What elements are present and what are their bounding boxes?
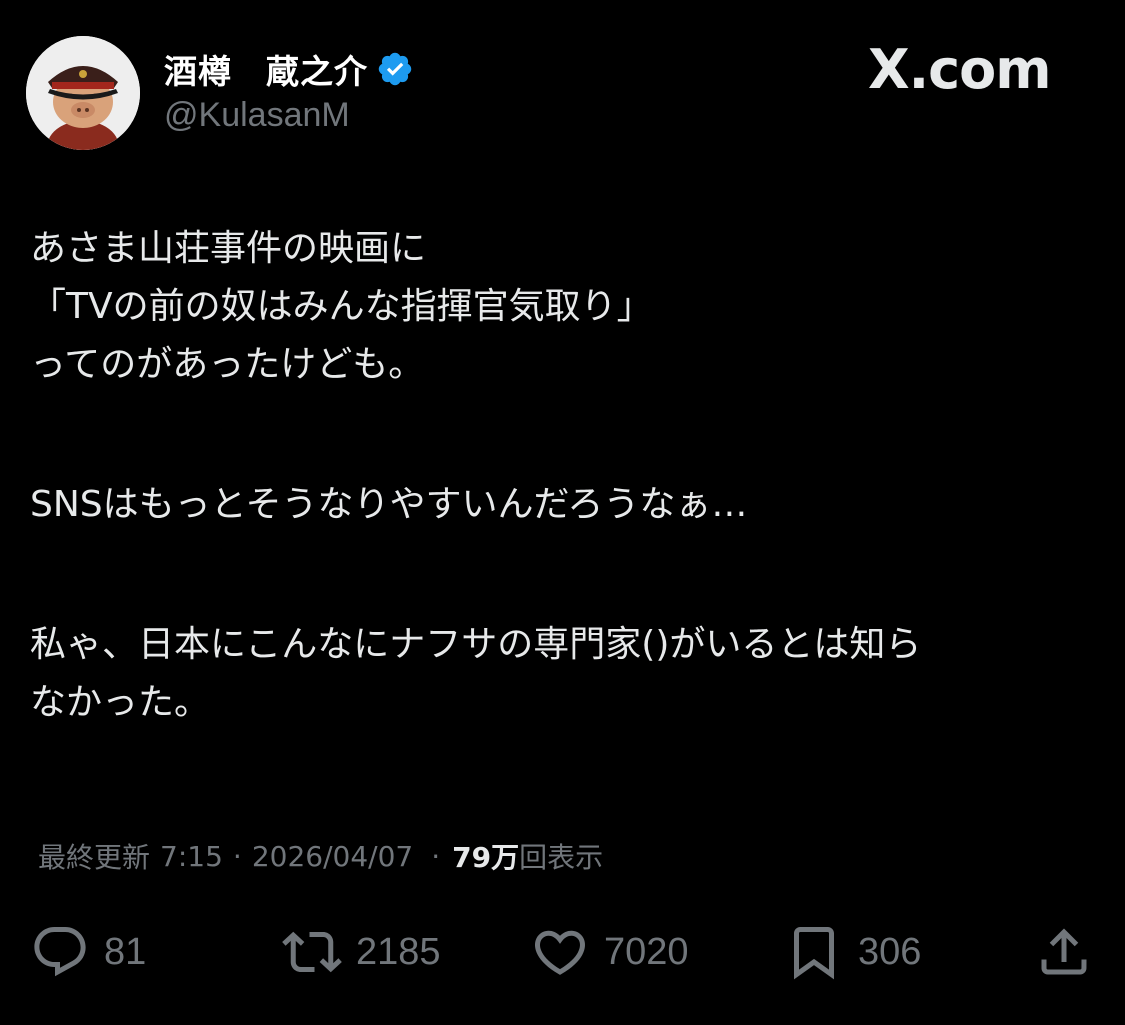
bookmark-button[interactable]: 306 [784, 920, 921, 984]
repost-button[interactable]: 2185 [282, 920, 441, 984]
heart-icon [534, 930, 586, 975]
author-handle[interactable]: @KulasanM [164, 96, 350, 135]
tweet-text: あさま山荘事件の映画に 「TVの前の奴はみんな指揮官気取り」 ってのがあったけど… [30, 220, 1100, 732]
brand-label: X.com [868, 38, 1052, 101]
author-name-row: 酒樽 蔵之介 [164, 44, 414, 94]
reply-count: 81 [104, 930, 147, 973]
tweet-time[interactable]: 7:15 [160, 840, 223, 873]
avatar[interactable] [26, 36, 140, 150]
separator-dot: · [232, 839, 242, 873]
reply-icon [34, 927, 86, 977]
share-icon [1041, 928, 1087, 975]
views-label: 回表示 [519, 841, 604, 874]
bookmark-icon [794, 927, 834, 980]
like-button[interactable]: 7020 [530, 920, 689, 984]
tweet-line: なかった。 [30, 682, 211, 723]
like-count: 7020 [604, 930, 689, 973]
tweet-line: ってのがあったけども。 [30, 344, 425, 385]
views-count: 79万 [452, 841, 520, 874]
share-button[interactable] [1034, 920, 1094, 984]
tweet-date[interactable]: 2026/04/07 [252, 840, 413, 873]
author-display-name[interactable]: 酒樽 蔵之介 [164, 45, 368, 93]
tweet-meta: 最終更新 7:15 · 2026/04/07 · 79万 回表示 [38, 836, 603, 876]
bookmark-count: 306 [858, 930, 922, 973]
action-bar: 81 2185 7020 306 [0, 920, 1125, 984]
verified-badge-icon [378, 52, 412, 86]
separator-dot: · [431, 839, 441, 873]
repost-count: 2185 [356, 930, 441, 973]
repost-icon [282, 931, 342, 973]
tweet-line: SNSはもっとそうなりやすいんだろうなぁ… [30, 484, 748, 525]
tweet-line: 私ゃ、日本にこんなにナフサの専門家()がいるとは知ら [30, 624, 922, 665]
reply-button[interactable]: 81 [30, 920, 146, 984]
pig-officer-avatar-icon [26, 36, 140, 150]
updated-label: 最終更新 [38, 841, 151, 874]
tweet-line: 「TVの前の奴はみんな指揮官気取り」 [30, 286, 653, 327]
tweet-line [30, 394, 1100, 476]
tweet-line [30, 534, 1100, 616]
tweet-line: あさま山荘事件の映画に [30, 228, 427, 269]
